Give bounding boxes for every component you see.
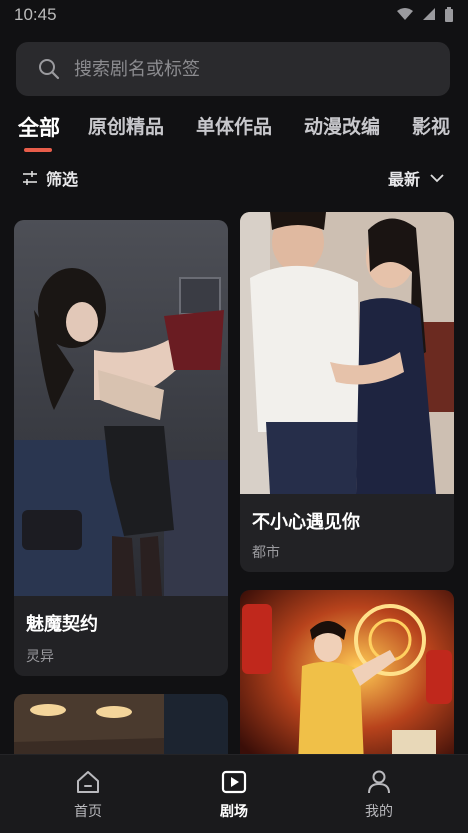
bottom-nav: 首页 剧场 我的 bbox=[0, 754, 468, 833]
status-bar: 10:45 bbox=[0, 0, 468, 30]
search-input[interactable] bbox=[72, 57, 406, 81]
card-title: 不小心遇见你 bbox=[252, 512, 360, 533]
card-cover-image bbox=[14, 220, 228, 596]
nav-home[interactable]: 首页 bbox=[43, 769, 133, 821]
search-icon bbox=[39, 59, 60, 80]
nav-label: 我的 bbox=[365, 804, 393, 820]
tab-all[interactable]: 全部 bbox=[18, 112, 60, 142]
tab-original[interactable]: 原创精品 bbox=[88, 112, 164, 139]
play-icon bbox=[221, 770, 247, 794]
battery-icon bbox=[445, 7, 453, 22]
status-time: 10:45 bbox=[14, 5, 57, 24]
drama-card[interactable]: 不小心遇见你 都市 bbox=[240, 212, 454, 572]
card-tag: 灵异 bbox=[26, 649, 54, 665]
nav-profile[interactable]: 我的 bbox=[334, 769, 424, 821]
drama-card[interactable] bbox=[240, 590, 454, 764]
nav-theater[interactable]: 剧场 bbox=[189, 769, 279, 821]
home-icon bbox=[77, 771, 99, 793]
sort-dropdown[interactable]: 最新 bbox=[388, 166, 444, 190]
tab-active-indicator bbox=[24, 148, 52, 152]
filter-button[interactable]: 筛选 bbox=[22, 166, 78, 190]
signal-icon bbox=[423, 8, 435, 20]
status-icons bbox=[396, 7, 454, 23]
chevron-down-icon bbox=[430, 174, 444, 183]
wifi-icon bbox=[397, 8, 413, 20]
category-tabs: 全部 原创精品 单体作品 动漫改编 影视 bbox=[0, 108, 468, 148]
nav-label: 剧场 bbox=[220, 804, 248, 820]
person-icon bbox=[368, 770, 390, 794]
drama-card[interactable]: 魅魔契约 灵异 bbox=[14, 220, 228, 676]
filter-label: 筛选 bbox=[46, 170, 79, 189]
card-cover-image bbox=[240, 590, 454, 764]
nav-label: 首页 bbox=[74, 804, 102, 820]
tab-anime[interactable]: 动漫改编 bbox=[304, 112, 380, 139]
card-cover-image bbox=[240, 212, 454, 494]
card-tag: 都市 bbox=[252, 545, 280, 561]
tab-single[interactable]: 单体作品 bbox=[196, 112, 272, 139]
sort-label: 最新 bbox=[387, 170, 420, 189]
card-title: 魅魔契约 bbox=[26, 614, 98, 635]
search-bar[interactable] bbox=[16, 42, 450, 96]
filter-icon bbox=[23, 171, 37, 185]
tab-film[interactable]: 影视 bbox=[412, 112, 450, 139]
